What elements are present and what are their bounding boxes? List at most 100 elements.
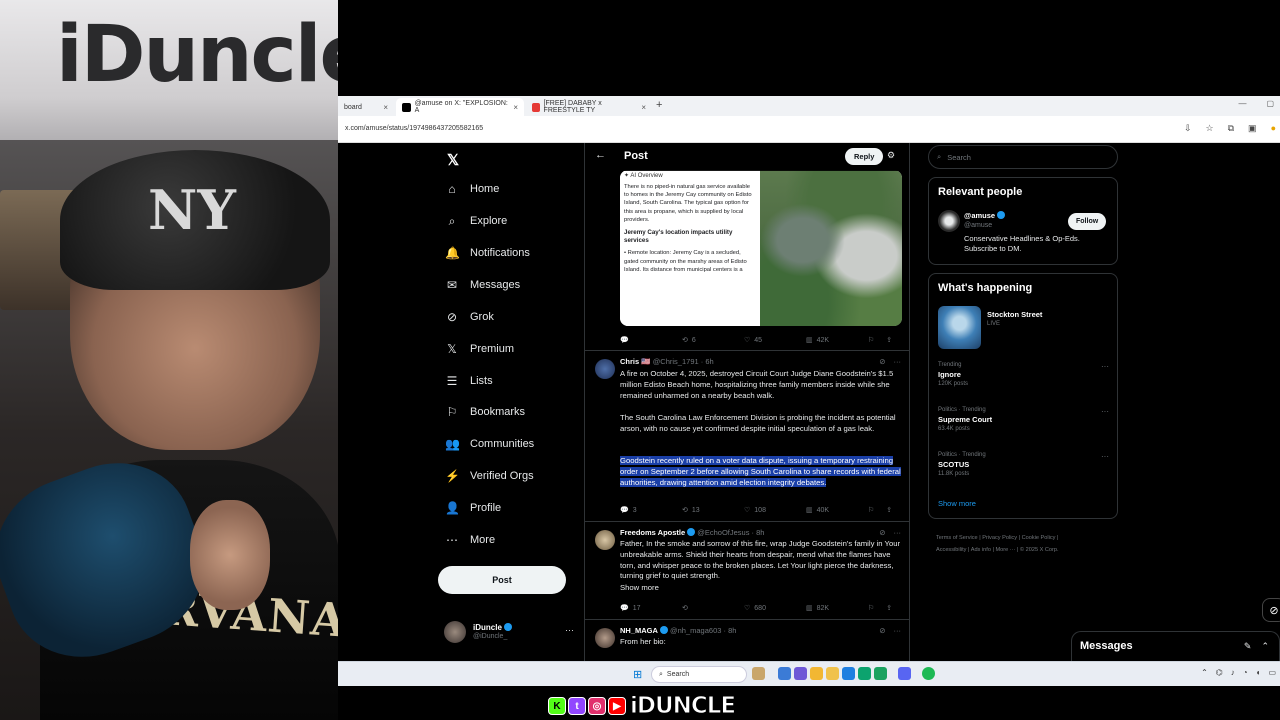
views-action[interactable]: ▥ 40K <box>806 506 868 515</box>
reply-action[interactable]: 💬 3 <box>620 506 682 515</box>
filter-icon[interactable]: ⚙ <box>887 150 895 161</box>
avatar[interactable] <box>938 210 960 232</box>
repost-action[interactable]: ⟲ 13 <box>682 506 744 515</box>
bookmark-icon[interactable]: ⚐ <box>868 604 874 612</box>
account-switcher[interactable]: iDuncle @iDuncle_ ··· <box>444 617 580 647</box>
compose-icon[interactable]: ✎ <box>1244 641 1252 652</box>
reply-button[interactable]: Reply <box>845 148 884 165</box>
battery-icon[interactable]: ▭ <box>1268 668 1276 677</box>
reply-action[interactable]: 💬 <box>620 336 682 344</box>
like-action[interactable]: ♡ 45 <box>744 336 806 345</box>
nav-item-home[interactable]: ⌂ Home <box>445 178 499 200</box>
bookmark-icon[interactable]: ⚐ <box>868 336 874 344</box>
network-icon[interactable]: ⌬ <box>1216 668 1223 677</box>
extensions-icon[interactable]: ⧉ <box>1228 123 1234 134</box>
footer-line[interactable]: Accessibility | Ads info | More ··· | © … <box>936 544 1114 556</box>
views-action[interactable]: ▥ 42K <box>806 336 868 345</box>
folder-icon[interactable] <box>826 667 839 680</box>
share-icon[interactable]: ⇪ <box>886 336 892 344</box>
nav-item-profile[interactable]: 👤 Profile <box>445 497 501 519</box>
nav-item-premium[interactable]: 𝕏 Premium <box>445 338 514 360</box>
more-icon[interactable]: ··· <box>1101 452 1109 461</box>
like-action[interactable]: ♡ 680 <box>744 604 806 613</box>
sidebar-icon[interactable]: ▣ <box>1248 123 1257 134</box>
avatar[interactable] <box>595 530 615 550</box>
discord-icon[interactable] <box>898 667 911 680</box>
more-icon[interactable]: ··· <box>894 528 902 537</box>
app-icon[interactable] <box>778 667 791 680</box>
grok-icon[interactable]: ⊘ <box>879 626 885 635</box>
chrome-icon[interactable] <box>810 667 823 680</box>
footer-line[interactable]: Terms of Service | Privacy Policy | Cook… <box>936 532 1114 544</box>
close-icon[interactable]: × <box>513 103 518 112</box>
minimize-icon[interactable]: — <box>1238 99 1246 108</box>
address-bar[interactable]: x.com/amuse/status/1974986437205582165 ⇩… <box>338 116 1280 143</box>
nav-item-messages[interactable]: ✉ Messages <box>445 274 520 296</box>
mic-icon[interactable]: ♪ <box>1231 668 1235 677</box>
trend-item[interactable]: Politics · Trending SCOTUS 11.8K posts ·… <box>938 452 1113 477</box>
nav-item-explore[interactable]: ⌕ Explore <box>445 210 508 232</box>
post-button[interactable]: Post <box>438 566 566 594</box>
avatar[interactable] <box>595 628 615 648</box>
volume-icon[interactable]: ◖ <box>1256 668 1261 677</box>
spotify-icon[interactable] <box>922 667 935 680</box>
more-icon[interactable]: ··· <box>1101 362 1109 371</box>
tab-board[interactable]: board × <box>338 98 394 116</box>
grok-icon[interactable]: ⊘ <box>879 528 885 537</box>
repost-action[interactable]: ⟲ 6 <box>682 336 744 345</box>
more-icon[interactable]: ··· <box>1101 407 1109 416</box>
attached-image[interactable]: ✦ AI Overview There is no piped-in natur… <box>620 170 902 326</box>
live-thumbnail[interactable] <box>938 306 981 349</box>
reply-tweet[interactable]: Chris 🇺🇸 @Chris_1791 · 6h ⊘ ··· A fire on… <box>585 350 909 521</box>
tab-youtube[interactable]: [FREE] DABABY x FREESTYLE TY × <box>526 98 652 116</box>
app-icon[interactable] <box>752 667 765 680</box>
reply-action[interactable]: 💬 17 <box>620 604 682 613</box>
profile-name[interactable]: @amuse <box>964 211 1006 220</box>
trend-item[interactable]: Politics · Trending Supreme Court 63.4K … <box>938 407 1113 432</box>
avatar[interactable] <box>595 359 615 379</box>
like-action[interactable]: ♡ 108 <box>744 506 806 515</box>
share-icon[interactable]: ⇪ <box>886 604 892 612</box>
app-icon[interactable] <box>874 667 887 680</box>
back-arrow-icon[interactable]: ← <box>595 149 606 161</box>
new-tab-button[interactable]: + <box>656 99 662 111</box>
windows-start-icon[interactable]: ⊞ <box>633 668 642 681</box>
repost-action[interactable]: ⟲ <box>682 604 744 612</box>
search-input[interactable]: ⌕ Search <box>928 145 1118 169</box>
share-icon[interactable]: ⇪ <box>886 506 892 514</box>
nav-item-bookmarks[interactable]: ⚐ Bookmarks <box>445 401 525 423</box>
x-logo-icon[interactable]: 𝕏 <box>447 151 459 169</box>
star-icon[interactable]: ☆ <box>1206 123 1214 134</box>
more-icon[interactable]: ··· <box>565 625 574 635</box>
tab-amuse[interactable]: @amuse on X: "EXPLOSION: A × <box>396 98 524 116</box>
chevron-up-icon[interactable]: ⌃ <box>1261 641 1269 652</box>
grok-floating-icon[interactable]: ⊘ <box>1262 598 1280 622</box>
reply-tweet[interactable]: NH_MAGA @nh_maga603 · 8h ⊘ ··· From her b… <box>585 619 909 661</box>
more-icon[interactable]: ··· <box>894 357 902 366</box>
install-icon[interactable]: ⇩ <box>1184 123 1192 134</box>
trend-item[interactable]: Trending Ignore 120K posts ··· <box>938 362 1113 387</box>
close-icon[interactable]: × <box>383 103 388 112</box>
follow-button[interactable]: Follow <box>1068 213 1107 230</box>
nav-item-grok[interactable]: ⊘ Grok <box>445 306 494 328</box>
app-icon[interactable] <box>842 667 855 680</box>
edge-icon[interactable] <box>858 667 871 680</box>
views-action[interactable]: ▥ 82K <box>806 604 868 613</box>
show-more-link[interactable]: Show more <box>620 583 904 594</box>
bookmark-icon[interactable]: ⚐ <box>868 506 874 514</box>
more-icon[interactable]: ··· <box>894 626 902 635</box>
live-event-title[interactable]: Stockton Street <box>987 310 1042 319</box>
grok-icon[interactable]: ⊘ <box>879 357 885 366</box>
nav-item-notifications[interactable]: 🔔 Notifications <box>445 242 530 264</box>
app-icon[interactable] <box>794 667 807 680</box>
messages-dock[interactable]: Messages ✎ ⌃ <box>1071 631 1280 661</box>
profile-icon[interactable]: ● <box>1271 123 1276 134</box>
url-text[interactable]: x.com/amuse/status/1974986437205582165 <box>345 125 483 132</box>
show-more-link[interactable]: Show more <box>938 499 976 508</box>
chevron-up-icon[interactable]: ⌃ <box>1201 668 1208 677</box>
wifi-icon[interactable]: ◔ <box>1243 668 1248 677</box>
taskbar-search[interactable]: ⌕ Search <box>651 666 747 683</box>
nav-item-verified-orgs[interactable]: ⚡ Verified Orgs <box>445 465 534 487</box>
maximize-icon[interactable]: ▢ <box>1266 99 1274 108</box>
nav-item-communities[interactable]: 👥 Communities <box>445 433 534 455</box>
